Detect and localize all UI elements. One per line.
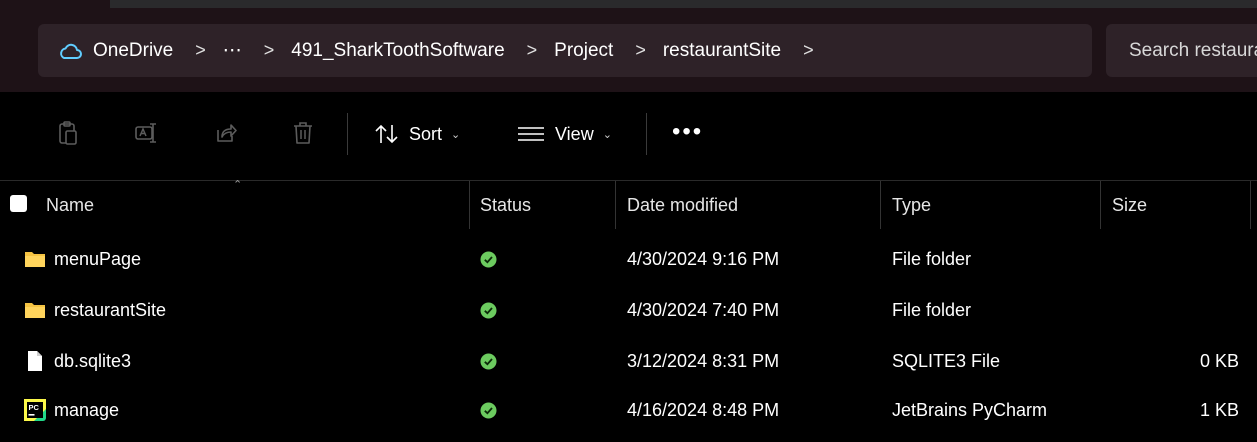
column-header-label: Type	[892, 194, 932, 215]
type-cell: File folder	[892, 299, 972, 320]
view-button[interactable]: View ⌄	[517, 120, 612, 148]
chevron-right-icon[interactable]: >	[195, 40, 206, 61]
file-name-cell[interactable]: db.sqlite3	[24, 337, 131, 385]
search-placeholder: Search restaurantSite	[1129, 39, 1257, 61]
chevron-right-icon[interactable]: >	[635, 40, 646, 61]
pycharm-icon: PC	[24, 399, 46, 421]
chevron-down-icon: ⌄	[451, 128, 461, 141]
column-resize-handle[interactable]	[615, 181, 616, 229]
type-cell: JetBrains PyCharm	[892, 399, 1048, 420]
column-header-label: Name	[46, 194, 95, 215]
list-view-icon	[518, 127, 544, 141]
breadcrumb-item-project[interactable]: Project >	[554, 40, 663, 62]
column-resize-handle[interactable]	[1100, 181, 1101, 229]
toolbar-divider	[347, 113, 348, 155]
synced-check-icon	[480, 402, 497, 418]
search-input[interactable]: Search restaurantSite	[1106, 24, 1257, 77]
synced-check-icon	[480, 251, 497, 267]
rename-icon[interactable]	[133, 120, 159, 146]
address-bar-region: OneDrive > ⋯ > 491_SharkToothSoftware > …	[0, 0, 1257, 92]
share-icon[interactable]	[213, 120, 239, 146]
column-header-label: Size	[1112, 194, 1148, 215]
breadcrumb-item-overflow[interactable]: ⋯ >	[223, 39, 292, 62]
breadcrumb-item-restaurantsite[interactable]: restaurantSite >	[663, 40, 831, 62]
chevron-down-icon: ⌄	[602, 128, 612, 141]
breadcrumb-label: restaurantSite	[662, 39, 782, 61]
breadcrumb-item-sharktooth[interactable]: 491_SharkToothSoftware >	[291, 40, 554, 62]
size-cell: 0 KB	[1199, 350, 1239, 371]
document-icon	[28, 351, 42, 371]
chevron-right-icon[interactable]: >	[527, 40, 538, 61]
chevron-right-icon[interactable]: >	[264, 40, 275, 61]
file-name: db.sqlite3	[54, 350, 132, 371]
toolbar-divider	[646, 113, 647, 155]
file-row[interactable]: restaurantSite 4/30/2024 7:40 PM File fo…	[0, 286, 1257, 334]
size-cell: 1 KB	[1199, 399, 1239, 420]
cloud-icon	[60, 43, 82, 59]
synced-check-icon	[480, 353, 497, 369]
column-header-date-modified[interactable]: Date modified	[627, 181, 738, 229]
file-row[interactable]: PC manage 4/16/2024 8:48 PM JetBrains Py…	[0, 386, 1257, 434]
column-resize-handle[interactable]	[880, 181, 881, 229]
breadcrumb[interactable]: OneDrive > ⋯ > 491_SharkToothSoftware > …	[38, 24, 1092, 77]
view-label: View	[555, 123, 594, 144]
column-header-label: Status	[480, 194, 532, 215]
file-name-cell[interactable]: menuPage	[24, 235, 141, 283]
command-bar: Sort ⌄ View ⌄ •••	[0, 92, 1257, 180]
breadcrumb-label: Project	[554, 39, 614, 61]
breadcrumb-label: OneDrive	[93, 39, 174, 61]
breadcrumb-item-onedrive[interactable]: OneDrive >	[58, 40, 223, 62]
column-header-name[interactable]: Name	[46, 181, 94, 229]
column-header-type[interactable]: Type	[892, 181, 931, 229]
date-modified-cell: 4/30/2024 9:16 PM	[627, 248, 780, 269]
synced-check-icon	[480, 302, 497, 318]
folder-icon	[25, 303, 45, 318]
folder-icon	[25, 252, 45, 267]
file-name: manage	[54, 399, 120, 420]
breadcrumb-label: 491_SharkToothSoftware	[291, 39, 505, 61]
file-row[interactable]: menuPage 4/30/2024 9:16 PM File folder	[0, 235, 1257, 283]
file-row[interactable]: db.sqlite3 3/12/2024 8:31 PM SQLITE3 Fil…	[0, 337, 1257, 385]
file-name: restaurantSite	[54, 299, 167, 320]
column-resize-handle[interactable]	[1250, 181, 1251, 229]
status-cell	[480, 337, 497, 385]
status-cell	[480, 235, 497, 283]
column-resize-handle[interactable]	[469, 181, 470, 229]
size-cell	[1112, 286, 1239, 334]
file-name: menuPage	[54, 248, 142, 269]
trash-icon[interactable]	[290, 120, 316, 146]
file-name-cell[interactable]: PC manage	[24, 386, 119, 434]
sort-label: Sort	[409, 123, 443, 144]
column-header-label: Date modified	[627, 194, 739, 215]
file-name-cell[interactable]: restaurantSite	[24, 286, 166, 334]
date-modified-cell: 4/16/2024 8:48 PM	[627, 399, 780, 420]
paste-icon[interactable]	[55, 120, 81, 146]
date-modified-cell: 3/12/2024 8:31 PM	[627, 350, 780, 371]
status-cell	[480, 286, 497, 334]
type-cell: File folder	[892, 248, 972, 269]
column-header-size[interactable]: Size	[1112, 181, 1147, 229]
type-cell: SQLITE3 File	[892, 350, 1001, 371]
breadcrumb-label: ⋯	[222, 40, 242, 61]
select-all-checkbox[interactable]	[10, 195, 27, 212]
size-cell	[1112, 235, 1239, 283]
window-edge	[110, 0, 1257, 8]
chevron-right-icon[interactable]: >	[803, 40, 814, 61]
more-options-button[interactable]: •••	[672, 120, 703, 144]
sort-ascending-icon: ⌃	[233, 179, 243, 191]
status-cell	[480, 386, 497, 434]
date-modified-cell: 4/30/2024 7:40 PM	[627, 299, 780, 320]
svg-text:PC: PC	[29, 403, 40, 412]
column-header-status[interactable]: Status	[480, 181, 531, 229]
sort-arrows-icon	[375, 124, 398, 144]
sort-button[interactable]: Sort ⌄	[375, 120, 460, 148]
